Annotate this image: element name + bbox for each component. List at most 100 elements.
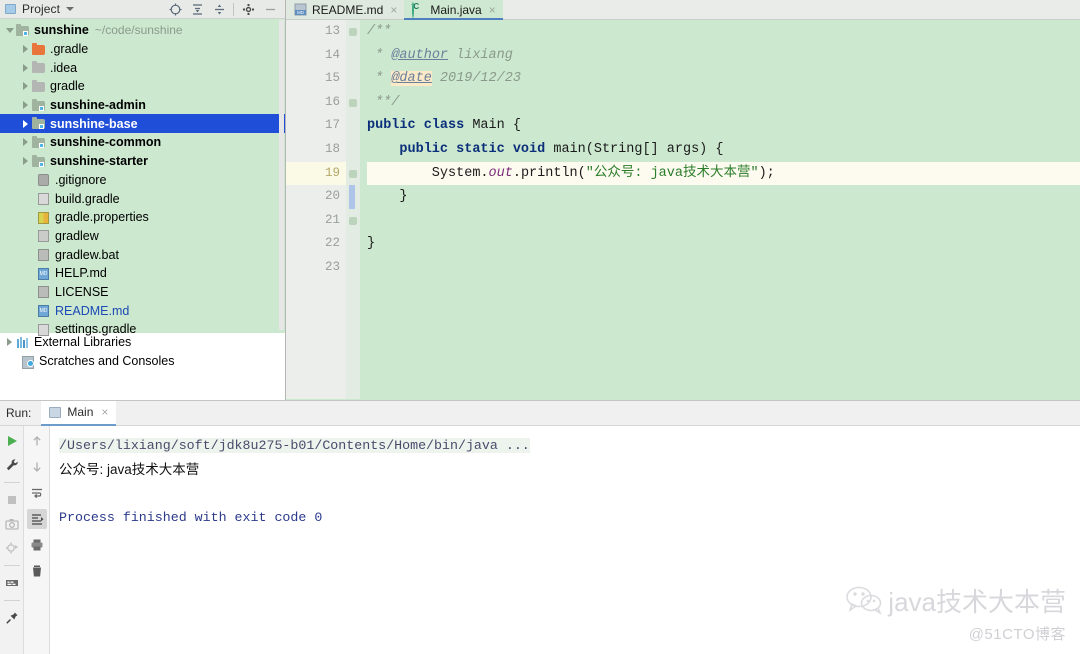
code-line: /** <box>367 20 1080 44</box>
fold-marker[interactable] <box>349 217 357 225</box>
code-line-current: System.out.println("公众号: java技术大本营"); <box>367 161 1080 186</box>
rerun-icon[interactable] <box>2 431 22 451</box>
javadoc-tag: @author <box>391 47 449 63</box>
chevron-right-icon[interactable] <box>20 157 31 166</box>
console-command-text: /Users/lixiang/soft/jdk8u275-b01/Content… <box>59 438 530 453</box>
tree-item-scratches-and-consoles[interactable]: Scratches and Consoles <box>0 352 285 371</box>
tree-item-gradle-dir[interactable]: .gradle <box>0 40 285 59</box>
code-token: ); <box>758 165 775 181</box>
close-icon[interactable]: × <box>489 4 496 16</box>
line-number: 14 <box>324 47 340 62</box>
project-panel-scrollbar[interactable] <box>279 20 284 330</box>
project-tree[interactable]: sunshine ~/code/sunshine .gradle .idea g… <box>0 19 285 336</box>
tab-main-java[interactable]: + Main.java × <box>404 0 504 20</box>
tree-item-sunshine-admin[interactable]: sunshine-admin <box>0 96 285 115</box>
scratches-icon <box>20 355 35 369</box>
code-line: } <box>367 185 1080 209</box>
collapse-all-icon[interactable] <box>208 0 230 18</box>
scroll-up-icon[interactable] <box>27 431 47 451</box>
console-view-icon[interactable] <box>2 573 22 593</box>
run-tab-main[interactable]: Main × <box>41 400 117 426</box>
tree-item-label: settings.gradle <box>55 322 137 337</box>
tree-item-label: .gitignore <box>55 172 107 187</box>
scroll-to-end-icon[interactable] <box>26 509 47 529</box>
toolbar-divider <box>3 600 20 601</box>
expand-all-icon[interactable] <box>186 0 208 18</box>
tree-item-sunshine-starter[interactable]: sunshine-starter <box>0 152 285 171</box>
folder-icon <box>31 42 46 56</box>
tree-item-gradle[interactable]: gradle <box>0 77 285 96</box>
stop-icon[interactable] <box>2 490 22 510</box>
tree-item-readme-md[interactable]: README.md <box>0 301 285 320</box>
chevron-right-icon[interactable] <box>20 101 31 110</box>
tree-item-sunshine-common[interactable]: sunshine-common <box>0 133 285 152</box>
chevron-right-icon[interactable] <box>20 45 31 54</box>
code-token: System. <box>367 165 489 181</box>
code-keyword: public static void <box>399 141 554 157</box>
tab-bar-filler <box>502 0 1080 19</box>
run-tool-window: Run: Main × /Users/lixiang/soft/jdk8u275… <box>0 400 1080 654</box>
chevron-right-icon[interactable] <box>4 338 15 347</box>
fold-marker[interactable] <box>349 99 357 107</box>
soft-wrap-icon[interactable] <box>27 483 47 503</box>
print-icon[interactable] <box>27 535 47 555</box>
code-text-area[interactable]: /** * @author lixiang * @date 2019/12/23… <box>360 20 1080 399</box>
scroll-down-icon[interactable] <box>27 457 47 477</box>
java-class-icon: + <box>411 1 425 18</box>
run-left-toolbar <box>0 426 24 654</box>
tree-item-label: sunshine-starter <box>50 154 148 169</box>
code-token: } <box>367 189 408 205</box>
editor-area: MD README.md × + Main.java × 13 14 15 16… <box>286 0 1080 400</box>
chevron-down-icon[interactable] <box>66 7 75 11</box>
chevron-right-icon[interactable] <box>20 82 31 91</box>
code-folding-column[interactable] <box>346 20 360 399</box>
close-icon[interactable]: × <box>390 4 397 16</box>
chevron-right-icon[interactable] <box>20 138 31 147</box>
tree-item-gradlew-bat[interactable]: gradlew.bat <box>0 245 285 264</box>
line-number-text: 17 <box>324 118 340 133</box>
chevron-right-icon[interactable] <box>20 63 31 72</box>
line-number-with-run-marker[interactable]: 17 <box>286 114 364 138</box>
tab-readme-md[interactable]: MD README.md × <box>286 0 405 19</box>
tree-item-sunshine-base[interactable]: sunshine-base <box>0 114 285 134</box>
gradle-file-icon <box>36 192 51 206</box>
wrench-settings-icon[interactable] <box>2 455 22 475</box>
tree-item-gradle-properties[interactable]: gradle.properties <box>0 208 285 227</box>
close-icon[interactable]: × <box>101 405 108 419</box>
code-editor[interactable]: 13 14 15 16 17 18 19 20 21 22 23 /** * @… <box>286 20 1080 399</box>
tree-item-build-gradle[interactable]: build.gradle <box>0 189 285 208</box>
idea-window: Project sunshine ~/code/sunshine .gradle… <box>0 0 1080 654</box>
tree-item-help-md[interactable]: HELP.md <box>0 264 285 283</box>
fold-marker[interactable] <box>349 170 357 178</box>
fold-marker[interactable] <box>349 28 357 36</box>
hide-panel-icon[interactable] <box>259 0 281 18</box>
run-tab-label: Main <box>67 405 94 419</box>
pin-tab-icon[interactable] <box>2 608 22 628</box>
camera-snapshot-icon[interactable] <box>2 514 22 534</box>
chevron-down-icon[interactable] <box>4 27 15 33</box>
tree-item-label: .gradle <box>50 42 89 57</box>
bat-file-icon <box>36 248 51 262</box>
tree-item-sunshine[interactable]: sunshine ~/code/sunshine <box>0 21 285 40</box>
code-token: /** <box>367 24 392 39</box>
tree-item-gradlew[interactable]: gradlew <box>0 227 285 246</box>
console-output[interactable]: /Users/lixiang/soft/jdk8u275-b01/Content… <box>50 426 1080 654</box>
settings-gear-icon[interactable] <box>237 0 259 18</box>
project-panel-title: Project <box>22 2 61 16</box>
tree-item-label: gradlew <box>55 228 99 243</box>
toolbar-divider <box>3 565 20 566</box>
tree-item-label: sunshine <box>34 23 89 38</box>
run-tab-bar: Run: Main × <box>0 400 1080 426</box>
tree-item-idea[interactable]: .idea <box>0 58 285 77</box>
editor-gutter[interactable]: 13 14 15 16 17 18 19 20 21 22 23 <box>286 20 364 399</box>
toolbar-divider <box>233 2 234 16</box>
chevron-right-icon[interactable] <box>20 119 31 128</box>
line-number: 16 <box>324 94 340 109</box>
line-number-with-run-marker[interactable]: 18 <box>286 138 364 162</box>
clear-all-icon[interactable] <box>27 561 47 581</box>
locate-icon[interactable] <box>164 0 186 18</box>
tree-item-gitignore[interactable]: .gitignore <box>0 171 285 190</box>
tree-item-license[interactable]: LICENSE <box>0 283 285 302</box>
tree-item-settings-gradle[interactable]: settings.gradle <box>0 320 285 339</box>
coverage-icon[interactable] <box>2 538 22 558</box>
